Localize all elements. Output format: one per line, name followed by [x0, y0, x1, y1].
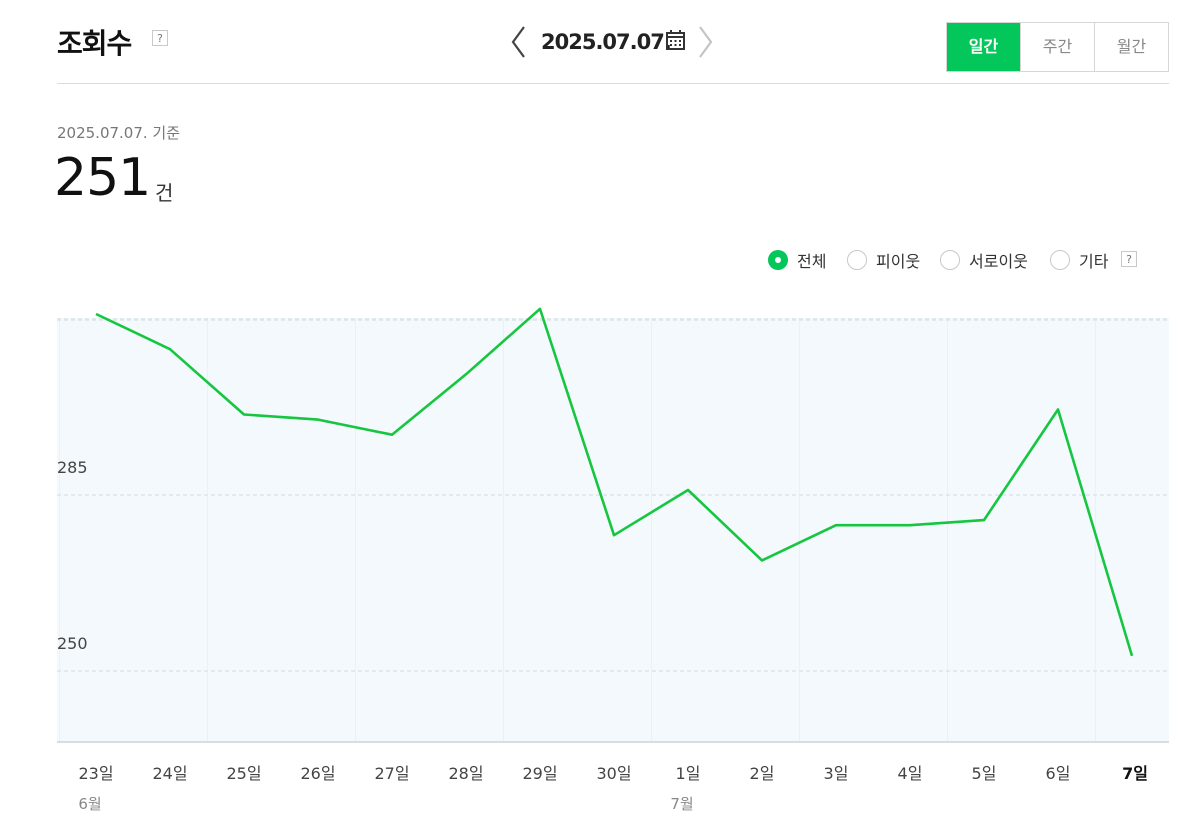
- current-date: 2025.07.07.: [541, 30, 672, 54]
- radio-selected-icon: [768, 250, 788, 270]
- chevron-left-icon: [511, 26, 525, 58]
- x-tick-label: 27일: [374, 764, 409, 783]
- column-separator: [503, 318, 504, 742]
- radio-icon: [940, 250, 960, 270]
- column-separator: [59, 318, 60, 742]
- x-tick-label: 28일: [448, 764, 483, 783]
- column-separator: [355, 318, 356, 742]
- radio-icon: [847, 250, 867, 270]
- column-separator: [651, 318, 652, 742]
- x-tick-label: 4일: [898, 764, 923, 783]
- period-monthly-button[interactable]: 월간: [1094, 23, 1168, 71]
- filter-help-icon[interactable]: ?: [1121, 251, 1137, 267]
- next-date-button[interactable]: [695, 24, 717, 64]
- chevron-right-icon: [699, 26, 713, 58]
- filter-label: 서로이웃: [969, 252, 1028, 271]
- x-tick-label: 6일: [1046, 764, 1071, 783]
- month-label: 6월: [78, 795, 101, 813]
- y-tick-label: 285: [57, 458, 88, 477]
- radio-icon: [1050, 250, 1070, 270]
- prev-date-button[interactable]: [508, 24, 530, 64]
- total-views: 251: [54, 148, 151, 208]
- x-tick-label: 29일: [522, 764, 557, 783]
- page-title: 조회수: [57, 27, 132, 60]
- total-views-unit: 건: [155, 181, 174, 205]
- help-icon[interactable]: ?: [152, 30, 168, 46]
- period-daily-button[interactable]: 일간: [947, 23, 1020, 71]
- x-tick-label: 5일: [972, 764, 997, 783]
- filter-mutual-neighbor[interactable]: 서로이웃: [940, 246, 1028, 274]
- filter-other[interactable]: 기타: [1050, 246, 1108, 274]
- period-toggle: 일간 주간 월간: [946, 22, 1169, 72]
- y-tick-label: 250: [57, 634, 88, 653]
- x-tick-label: 7일: [1122, 764, 1148, 783]
- basis-date: 2025.07.07. 기준: [57, 124, 181, 142]
- views-line-chart: 250 285 320 23일 24일 25일 26일 27일 28일 29일 30일 1일 2일 3일 4…: [57, 300, 1169, 813]
- header: 조회수 ? 2025.07.07. 일간 주간 월간: [0, 0, 1200, 84]
- header-divider: [57, 83, 1169, 84]
- y-tick-label: 320: [57, 300, 88, 301]
- month-label: 7월: [670, 795, 693, 813]
- filter-label: 기타: [1079, 252, 1109, 271]
- calendar-icon[interactable]: [665, 29, 687, 53]
- period-weekly-button[interactable]: 주간: [1020, 23, 1094, 71]
- x-tick-label: 30일: [596, 764, 631, 783]
- filter-label: 피이웃: [876, 252, 921, 271]
- filter-label: 전체: [797, 252, 827, 271]
- column-separator: [799, 318, 800, 742]
- filter-all[interactable]: 전체: [768, 246, 826, 274]
- x-tick-label: 25일: [226, 764, 261, 783]
- filter-neighbor[interactable]: 피이웃: [847, 246, 920, 274]
- x-tick-label: 23일: [78, 764, 113, 783]
- x-tick-label: 24일: [152, 764, 187, 783]
- x-tick-label: 1일: [676, 764, 701, 783]
- column-separator: [947, 318, 948, 742]
- x-tick-label: 3일: [824, 764, 849, 783]
- x-tick-label: 26일: [300, 764, 335, 783]
- x-tick-label: 2일: [750, 764, 775, 783]
